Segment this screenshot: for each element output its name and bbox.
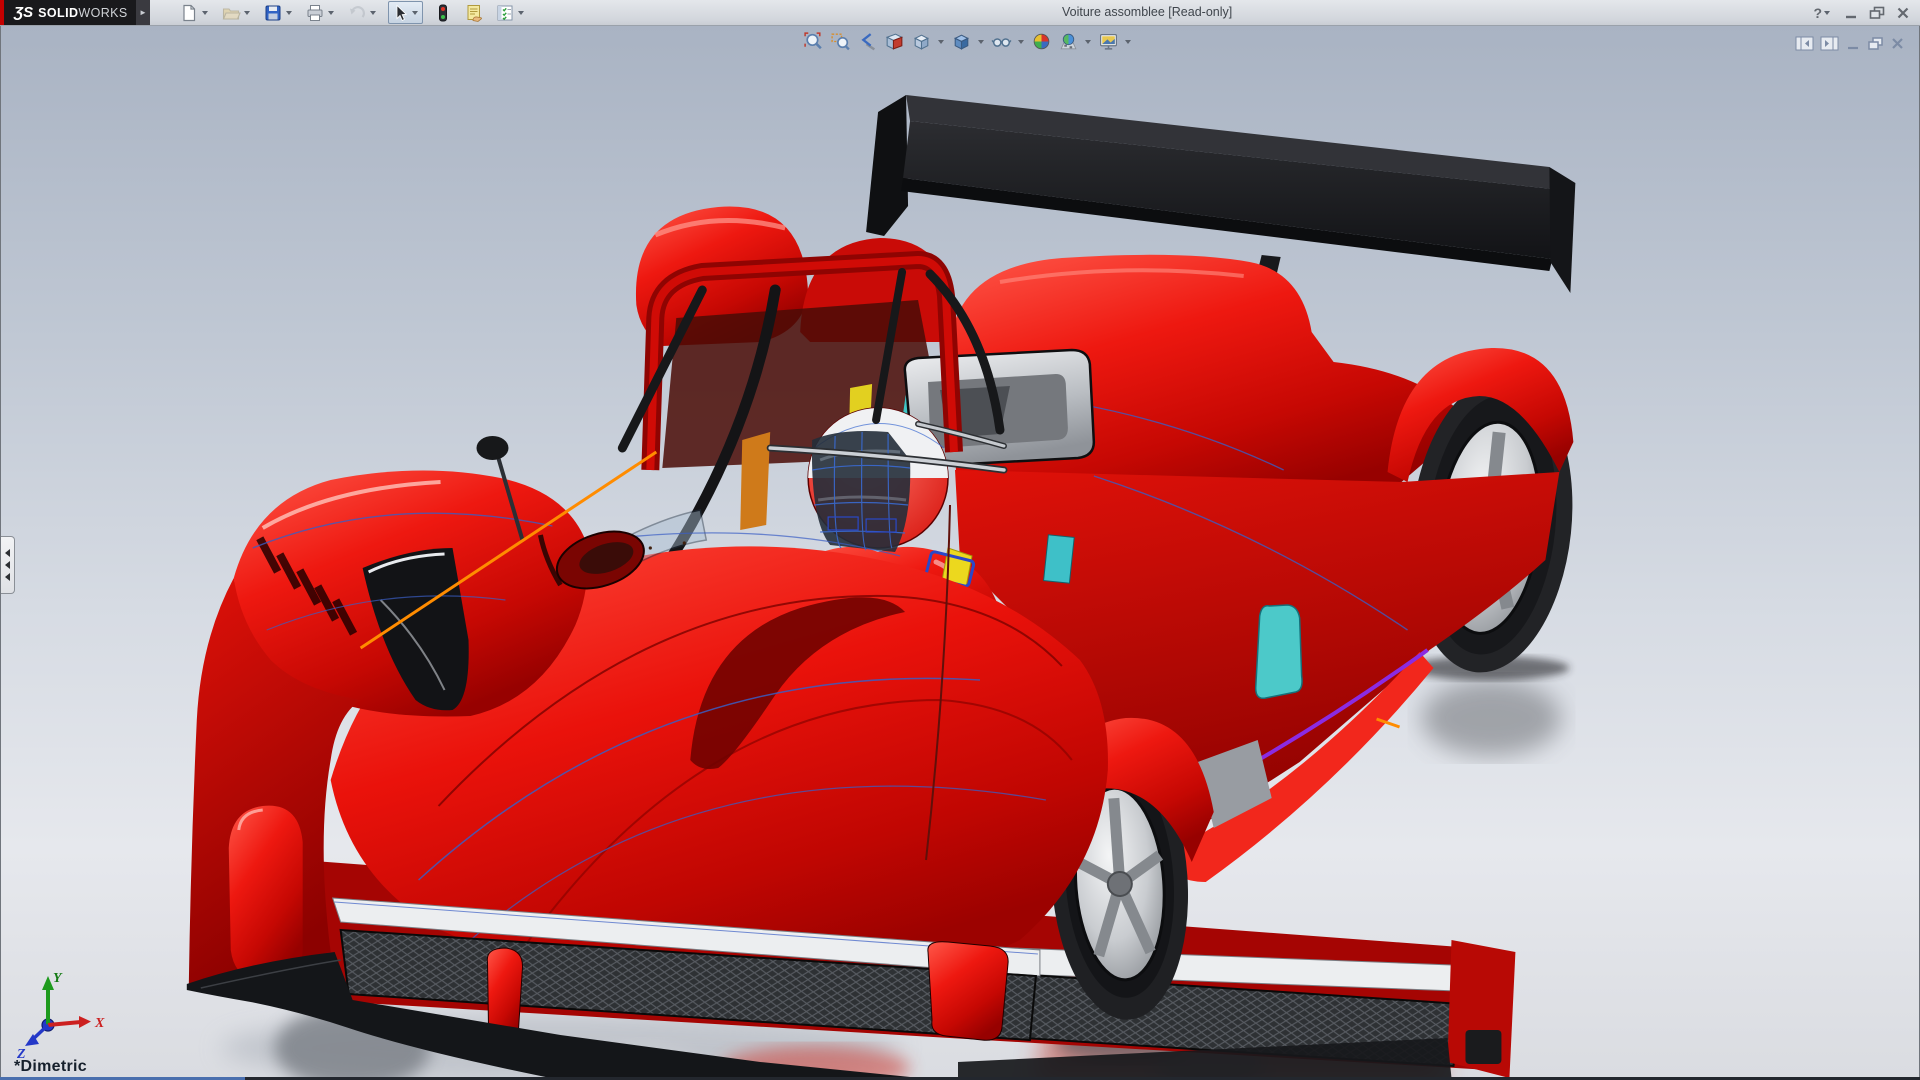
save-dropdown[interactable] bbox=[286, 11, 292, 15]
previous-view-button[interactable] bbox=[855, 29, 880, 54]
help-button[interactable]: ? bbox=[1813, 5, 1833, 21]
view-orientation-icon bbox=[911, 31, 932, 52]
display-style-icon bbox=[951, 31, 972, 52]
undo-button[interactable] bbox=[346, 1, 368, 24]
select-tool-dropdown[interactable] bbox=[412, 11, 418, 15]
zoom-to-fit-button[interactable] bbox=[801, 29, 826, 54]
traffic-light-icon bbox=[433, 3, 453, 23]
document-restore-button[interactable] bbox=[1867, 36, 1884, 51]
print-button[interactable] bbox=[304, 1, 326, 24]
close-button[interactable] bbox=[1896, 6, 1910, 20]
collapse-arrow-icon bbox=[5, 561, 10, 569]
file-properties-button[interactable] bbox=[463, 1, 485, 24]
open-document-button[interactable] bbox=[220, 1, 242, 24]
minimize-icon bbox=[1844, 6, 1858, 20]
collapse-pane-right-icon bbox=[1820, 36, 1839, 51]
open-document-dropdown[interactable] bbox=[244, 11, 250, 15]
heads-up-view-toolbar bbox=[801, 29, 1134, 54]
main-toolbar bbox=[178, 1, 534, 24]
brand-bold: SOLID bbox=[38, 6, 78, 20]
minimize-button[interactable] bbox=[1844, 6, 1858, 20]
undo-icon bbox=[347, 3, 367, 23]
undo-dropdown[interactable] bbox=[370, 11, 376, 15]
file-properties-icon bbox=[464, 3, 484, 23]
view-settings-button[interactable] bbox=[1096, 29, 1121, 54]
window-title: Voiture assomblee [Read-only] bbox=[1062, 5, 1232, 19]
collapse-arrow-icon bbox=[5, 573, 10, 581]
hide-show-items-button[interactable] bbox=[989, 29, 1014, 54]
graphics-area[interactable]: Y X Z *Dimetric bbox=[0, 25, 1920, 1080]
help-dropdown[interactable] bbox=[1824, 11, 1830, 15]
select-tool-button[interactable] bbox=[388, 1, 423, 24]
restore-button[interactable] bbox=[1869, 6, 1885, 20]
display-style-button[interactable] bbox=[949, 29, 974, 54]
options-button[interactable] bbox=[494, 1, 516, 24]
apply-scene-icon bbox=[1058, 31, 1079, 52]
view-settings-icon bbox=[1098, 31, 1119, 52]
solidworks-logo: ƷS SOLID WORKS bbox=[0, 0, 136, 25]
print-dropdown[interactable] bbox=[328, 11, 334, 15]
collapse-pane-left-icon bbox=[1795, 36, 1814, 51]
collapse-arrow-icon bbox=[5, 549, 10, 557]
print-icon bbox=[305, 3, 325, 23]
document-restore-icon bbox=[1867, 36, 1884, 51]
apply-scene-dropdown[interactable] bbox=[1085, 40, 1091, 44]
section-view-icon bbox=[884, 31, 905, 52]
appearance-ball-icon bbox=[1031, 31, 1052, 52]
view-orientation-label: *Dimetric bbox=[14, 1058, 87, 1076]
options-dropdown[interactable] bbox=[518, 11, 524, 15]
model-render bbox=[1, 25, 1919, 1080]
solidworks-window: { "window": { "logo": { "glyph": "ƷS", "… bbox=[0, 0, 1920, 1080]
zoom-to-area-icon bbox=[830, 31, 851, 52]
eyeglasses-icon bbox=[991, 31, 1012, 52]
title-bar: ƷS SOLID WORKS ► bbox=[0, 0, 1920, 26]
document-minimize-icon bbox=[1845, 36, 1861, 51]
document-window-controls bbox=[1795, 36, 1905, 51]
document-close-icon bbox=[1890, 36, 1905, 51]
triad-x-label: X bbox=[94, 1016, 105, 1031]
open-document-icon bbox=[221, 3, 241, 23]
menu-flyout-tab[interactable]: ► bbox=[136, 0, 150, 25]
new-document-icon bbox=[179, 3, 199, 23]
select-cursor-icon bbox=[390, 3, 410, 23]
orientation-triad: Y X Z bbox=[15, 968, 115, 1060]
view-orientation-dropdown[interactable] bbox=[938, 40, 944, 44]
close-icon bbox=[1896, 6, 1910, 20]
collapse-pane-right-button[interactable] bbox=[1820, 36, 1839, 51]
zoom-to-area-button[interactable] bbox=[828, 29, 853, 54]
previous-view-icon bbox=[857, 31, 878, 52]
section-view-button[interactable] bbox=[882, 29, 907, 54]
save-button[interactable] bbox=[262, 1, 284, 24]
rebuild-button[interactable] bbox=[432, 1, 454, 24]
window-controls: ? bbox=[1813, 0, 1910, 25]
view-settings-dropdown[interactable] bbox=[1125, 40, 1131, 44]
solidworks-logo-glyph: ƷS bbox=[14, 4, 33, 21]
edit-appearance-button[interactable] bbox=[1029, 29, 1054, 54]
new-document-dropdown[interactable] bbox=[202, 11, 208, 15]
triad-y-label: Y bbox=[53, 971, 63, 986]
hide-show-items-dropdown[interactable] bbox=[1018, 40, 1024, 44]
restore-icon bbox=[1869, 6, 1885, 20]
view-orientation-button[interactable] bbox=[909, 29, 934, 54]
options-icon bbox=[495, 3, 515, 23]
zoom-to-fit-icon bbox=[803, 31, 824, 52]
save-icon bbox=[263, 3, 283, 23]
apply-scene-button[interactable] bbox=[1056, 29, 1081, 54]
new-document-button[interactable] bbox=[178, 1, 200, 24]
collapse-pane-left-button[interactable] bbox=[1795, 36, 1814, 51]
brand-light: WORKS bbox=[78, 6, 127, 20]
display-style-dropdown[interactable] bbox=[978, 40, 984, 44]
document-minimize-button[interactable] bbox=[1845, 36, 1861, 51]
document-close-button[interactable] bbox=[1890, 36, 1905, 51]
feature-tree-collapse-tab[interactable] bbox=[1, 536, 15, 594]
